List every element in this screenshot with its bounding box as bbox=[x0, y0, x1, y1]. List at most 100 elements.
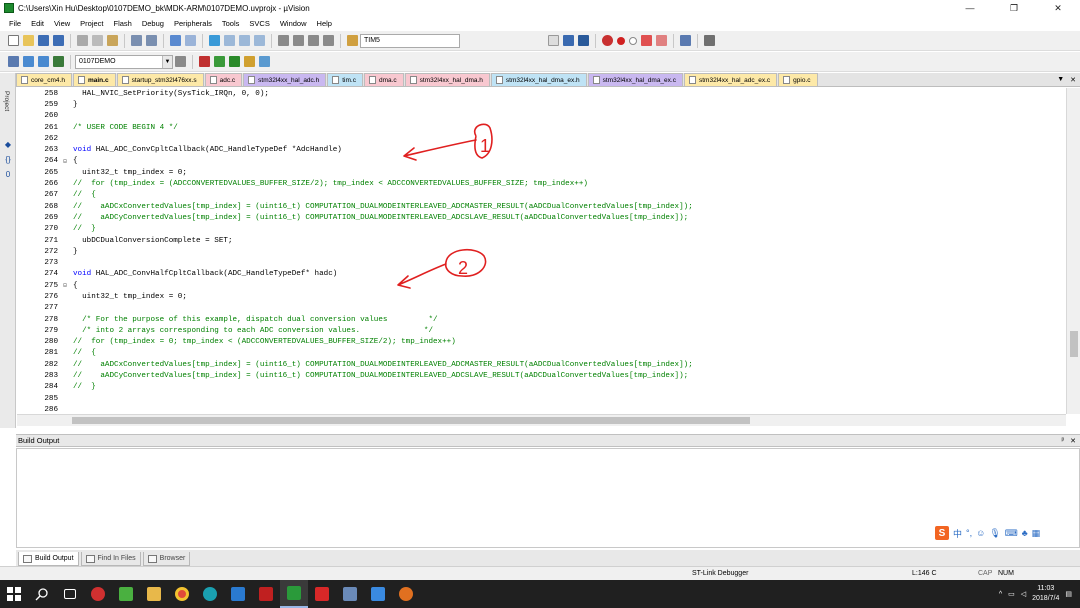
security-shield-icon[interactable] bbox=[224, 580, 252, 608]
code-line[interactable]: 267 // { bbox=[17, 190, 1066, 201]
notes-icon[interactable] bbox=[336, 580, 364, 608]
close-button[interactable]: ✕ bbox=[1036, 0, 1080, 16]
code-line[interactable]: 286 bbox=[17, 404, 1066, 414]
menu-tools[interactable]: Tools bbox=[217, 19, 245, 28]
horizontal-scroll-thumb[interactable] bbox=[72, 417, 750, 424]
build-output-pane[interactable] bbox=[16, 448, 1080, 548]
tab-browser[interactable]: Browser bbox=[142, 552, 191, 566]
copy-icon[interactable] bbox=[92, 35, 103, 46]
code-line[interactable]: 275 ⊟{ bbox=[17, 280, 1066, 291]
kill-all-breakpoints-icon[interactable] bbox=[656, 35, 667, 46]
code-line[interactable]: 266 // for (tmp_index = (ADCCONVERTEDVALU… bbox=[17, 178, 1066, 189]
tab-main-c[interactable]: main.c bbox=[72, 73, 116, 86]
target-options-icon[interactable] bbox=[175, 56, 186, 67]
disable-breakpoint-icon[interactable] bbox=[629, 36, 637, 45]
code-line[interactable]: 274 void HAL_ADC_ConvHalfCpltCallback(ADC… bbox=[17, 269, 1066, 280]
app-red-icon[interactable] bbox=[308, 580, 336, 608]
code-line[interactable]: 279 /* into 2 arrays corresponding to ea… bbox=[17, 325, 1066, 336]
tray-expand-icon[interactable]: ^ bbox=[999, 591, 1002, 598]
code-line[interactable]: 261 /* USER CODE BEGIN 4 */ bbox=[17, 122, 1066, 133]
pin-icon[interactable]: ᵖ bbox=[1061, 437, 1064, 445]
configure-wrench-icon[interactable] bbox=[704, 35, 715, 46]
comment-icon[interactable] bbox=[308, 35, 319, 46]
code-line[interactable]: 283 // aADCyConvertedValues[tmp_index] = … bbox=[17, 370, 1066, 381]
code-line[interactable]: 278 /* For the purpose of this example, … bbox=[17, 314, 1066, 325]
books-icon[interactable]: ◆ bbox=[3, 139, 13, 149]
kill-breakpoints-icon[interactable] bbox=[641, 35, 652, 46]
code-line[interactable]: 268 // aADCxConvertedValues[tmp_index] = … bbox=[17, 201, 1066, 212]
app-orange-icon[interactable] bbox=[392, 580, 420, 608]
menu-svcs[interactable]: SVCS bbox=[244, 19, 274, 28]
restore-button[interactable]: ❐ bbox=[992, 0, 1036, 16]
save-icon[interactable] bbox=[38, 35, 49, 46]
undo-icon[interactable] bbox=[131, 35, 142, 46]
menu-help[interactable]: Help bbox=[312, 19, 337, 28]
code-line[interactable]: 270 // } bbox=[17, 224, 1066, 235]
file-explorer-icon[interactable] bbox=[140, 580, 168, 608]
tab-hal-adc-ex-c[interactable]: stm32l4xx_hal_adc_ex.c bbox=[683, 73, 778, 86]
editor-vertical-scrollbar[interactable] bbox=[1066, 88, 1080, 414]
next-bookmark-icon[interactable] bbox=[239, 35, 250, 46]
find-combo[interactable]: TIM5 bbox=[360, 33, 460, 48]
code-line[interactable]: 262 bbox=[17, 133, 1066, 144]
windows-start-icon[interactable] bbox=[0, 580, 28, 608]
menu-peripherals[interactable]: Peripherals bbox=[169, 19, 217, 28]
uvision-taskbar-icon[interactable] bbox=[280, 580, 308, 608]
code-line[interactable]: 272} bbox=[17, 246, 1066, 257]
tab-startup-s[interactable]: startup_stm32l476xx.s bbox=[116, 73, 204, 86]
bookmark-icon[interactable] bbox=[209, 35, 220, 46]
tab-list-dropdown-icon[interactable]: ▼ bbox=[1057, 76, 1064, 83]
tab-adc-c[interactable]: adc.c bbox=[204, 73, 243, 86]
unindent-icon[interactable] bbox=[293, 35, 304, 46]
volume-icon[interactable]: ◁ bbox=[1021, 590, 1026, 598]
fold-marker-icon[interactable]: ⊟ bbox=[60, 158, 70, 165]
search-icon[interactable] bbox=[28, 580, 56, 608]
code-line[interactable]: 271 ubDCDualConversionComplete = SET; bbox=[17, 235, 1066, 246]
keyboard-icon[interactable]: ⌨ bbox=[1005, 528, 1018, 539]
tab-tim-c[interactable]: tim.c bbox=[327, 73, 363, 86]
code-line[interactable]: 277 bbox=[17, 303, 1066, 314]
menu-edit[interactable]: Edit bbox=[26, 19, 49, 28]
prev-bookmark-icon[interactable] bbox=[224, 35, 235, 46]
emoji-icon[interactable]: ☺ bbox=[976, 528, 985, 538]
debug-start-icon[interactable] bbox=[602, 35, 613, 46]
shield-blue-icon[interactable] bbox=[364, 580, 392, 608]
code-line[interactable]: 273 bbox=[17, 257, 1066, 268]
project-panel-label[interactable]: Project bbox=[3, 91, 10, 111]
close-tab-icon[interactable]: ✕ bbox=[1070, 76, 1076, 84]
new-file-icon[interactable] bbox=[8, 35, 19, 46]
menu-flash[interactable]: Flash bbox=[109, 19, 137, 28]
code-line[interactable]: 260 bbox=[17, 111, 1066, 122]
code-line[interactable]: 285 bbox=[17, 393, 1066, 404]
find-icon[interactable] bbox=[578, 35, 589, 46]
code-editor[interactable]: 258 HAL_NVIC_SetPriority(SysTick_IRQn, 0… bbox=[17, 88, 1066, 414]
pdf-reader-icon[interactable] bbox=[252, 580, 280, 608]
punctuation-icon[interactable]: °, bbox=[966, 528, 972, 538]
ime-mode-label[interactable]: 中 bbox=[953, 527, 962, 540]
tab-find-in-files[interactable]: Find In Files bbox=[80, 552, 141, 566]
tab-dma-c[interactable]: dma.c bbox=[363, 73, 404, 86]
app-green-icon[interactable] bbox=[112, 580, 140, 608]
code-line[interactable]: 269 // aADCyConvertedValues[tmp_index] = … bbox=[17, 212, 1066, 223]
menu-debug[interactable]: Debug bbox=[137, 19, 169, 28]
indent-icon[interactable] bbox=[278, 35, 289, 46]
code-line[interactable]: 280 // for (tmp_index = 0; tmp_index < (A… bbox=[17, 337, 1066, 348]
editor-horizontal-scrollbar[interactable] bbox=[17, 414, 1066, 426]
network-icon[interactable]: ▭ bbox=[1008, 590, 1015, 598]
paste-icon[interactable] bbox=[107, 35, 118, 46]
skin-icon[interactable]: ♣ bbox=[1022, 528, 1028, 538]
tab-core-cm4-h[interactable]: core_cm4.h bbox=[16, 73, 72, 86]
menu-file[interactable]: File bbox=[4, 19, 26, 28]
save-all-icon[interactable] bbox=[53, 35, 64, 46]
minimize-button[interactable]: — bbox=[948, 0, 992, 16]
microphone-icon[interactable]: 🎙 bbox=[989, 528, 1000, 539]
build-icon[interactable] bbox=[23, 56, 34, 67]
functions-icon[interactable]: {} bbox=[3, 154, 13, 164]
ime-toolbar[interactable]: S 中 °, ☺ 🎙 ⌨ ♣ ▦ bbox=[935, 524, 1041, 542]
nav-forward-icon[interactable] bbox=[185, 35, 196, 46]
load-download-icon[interactable] bbox=[53, 56, 64, 67]
tab-hal-dma-ex-c[interactable]: stm32l4xx_hal_dma_ex.c bbox=[587, 73, 683, 86]
multi-project-icon[interactable] bbox=[259, 56, 270, 67]
menu-view[interactable]: View bbox=[49, 19, 75, 28]
code-line[interactable]: 281 // { bbox=[17, 348, 1066, 359]
